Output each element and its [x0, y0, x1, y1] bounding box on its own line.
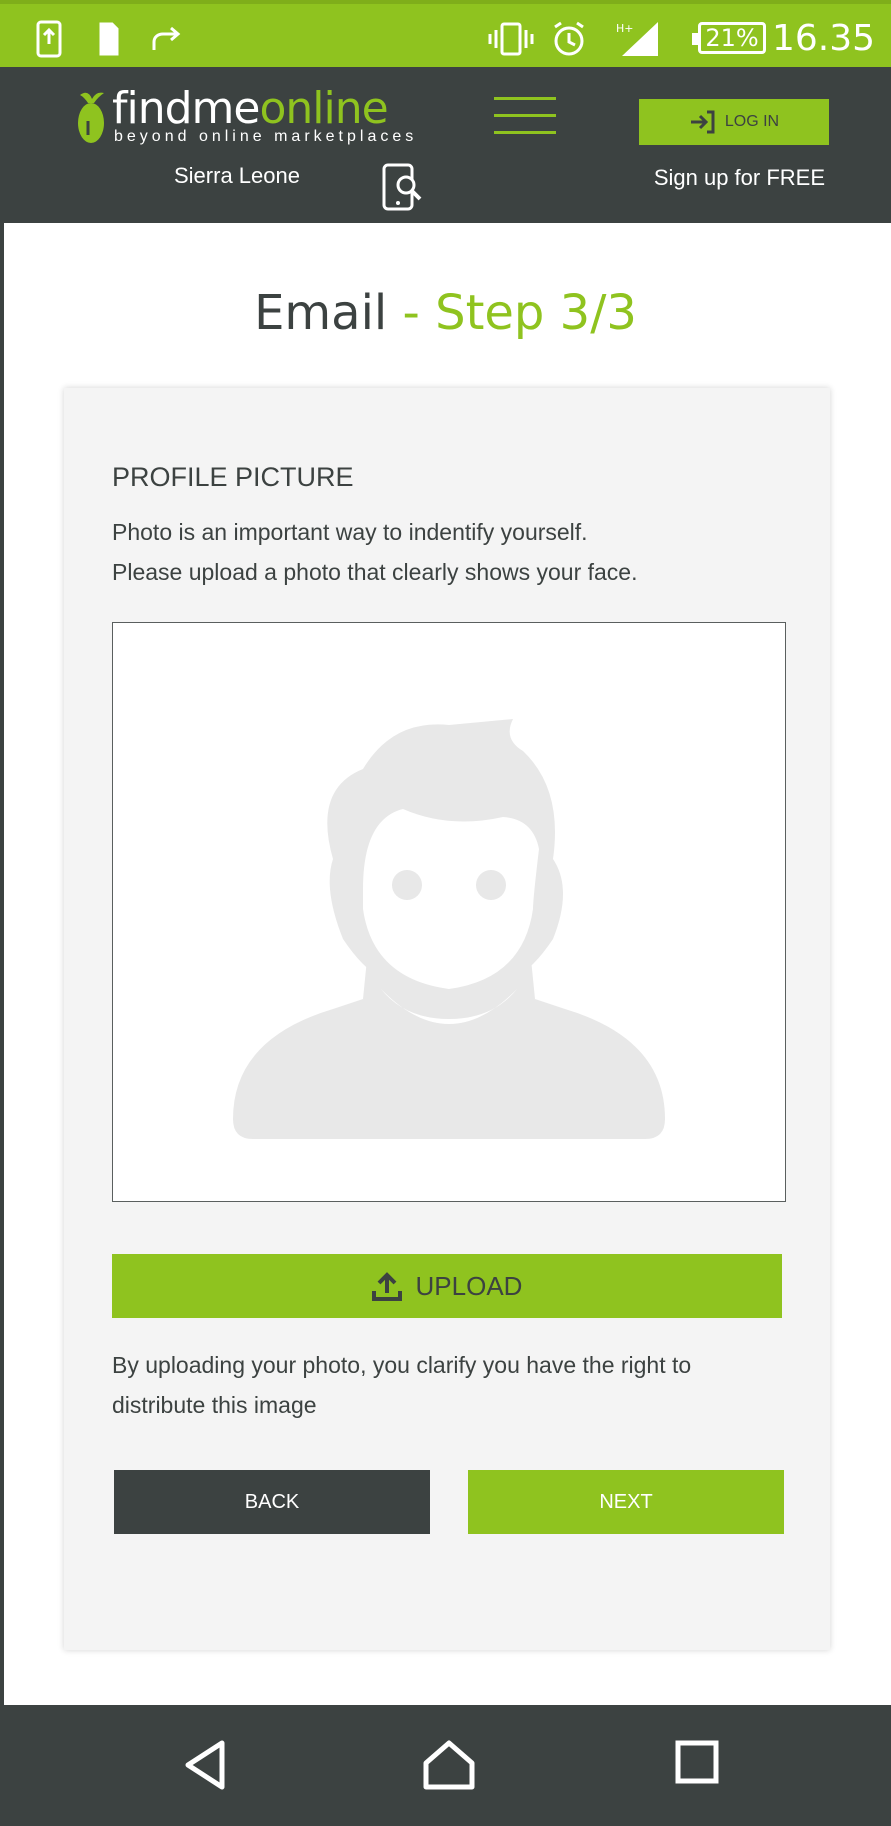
upload-button[interactable]: UPLOAD: [112, 1254, 782, 1318]
home-icon[interactable]: [422, 1739, 476, 1791]
country-selector[interactable]: Sierra Leone: [174, 163, 300, 189]
signup-link[interactable]: Sign up for FREE: [654, 165, 825, 191]
page-title-main: Email: [254, 285, 388, 341]
logo-word-online: online: [259, 83, 388, 134]
upload-icon: [371, 1272, 402, 1301]
status-bar: H+ 21% 16.35: [0, 0, 891, 67]
logo-tagline: beyond online marketplaces: [114, 128, 418, 145]
back-triangle-icon[interactable]: [182, 1739, 228, 1791]
site-logo[interactable]: findmeonline beyond online marketplaces: [76, 83, 417, 146]
logo-word-findme: findme: [112, 83, 260, 134]
login-icon: [690, 110, 715, 134]
acorn-logo-icon: [78, 92, 104, 143]
page-title-step: - Step 3/3: [402, 285, 637, 341]
share-icon: [152, 26, 181, 50]
back-button[interactable]: BACK: [114, 1470, 430, 1534]
section-description: Photo is an important way to indentify y…: [112, 512, 638, 592]
upload-label: UPLOAD: [415, 1270, 523, 1301]
page-title: Email - Step 3/3: [0, 285, 891, 341]
status-time: 16.35: [771, 18, 875, 59]
android-nav-bar: [4, 1705, 891, 1826]
login-label: LOG IN: [724, 113, 780, 130]
logo-wordmark: findmeonline: [112, 83, 417, 134]
screenshot-icon: [36, 20, 62, 58]
photo-preview[interactable]: [112, 622, 786, 1202]
login-button[interactable]: LOG IN: [639, 99, 829, 145]
phone-search-icon[interactable]: [382, 163, 426, 213]
svg-text:H+: H+: [616, 22, 634, 35]
upload-disclaimer: By uploading your photo, you clarify you…: [112, 1352, 692, 1418]
recents-icon[interactable]: [674, 1739, 720, 1785]
vibrate-icon: [488, 22, 534, 56]
profile-picture-card: PROFILE PICTURE Photo is an important wa…: [64, 388, 830, 1650]
section-title: PROFILE PICTURE: [112, 462, 354, 492]
description-line-1: Photo is an important way to indentify y…: [112, 519, 588, 545]
battery-icon: 21%: [692, 22, 766, 54]
sim-icon: [99, 22, 119, 56]
alarm-icon: [554, 21, 584, 56]
site-header: findmeonline beyond online marketplaces …: [4, 67, 891, 223]
description-line-2: Please upload a photo that clearly shows…: [112, 559, 638, 585]
next-button[interactable]: NEXT: [468, 1470, 784, 1534]
menu-hamburger-icon[interactable]: [494, 97, 556, 145]
signal-icon: H+: [616, 22, 658, 56]
avatar-placeholder-icon: [233, 719, 665, 1139]
